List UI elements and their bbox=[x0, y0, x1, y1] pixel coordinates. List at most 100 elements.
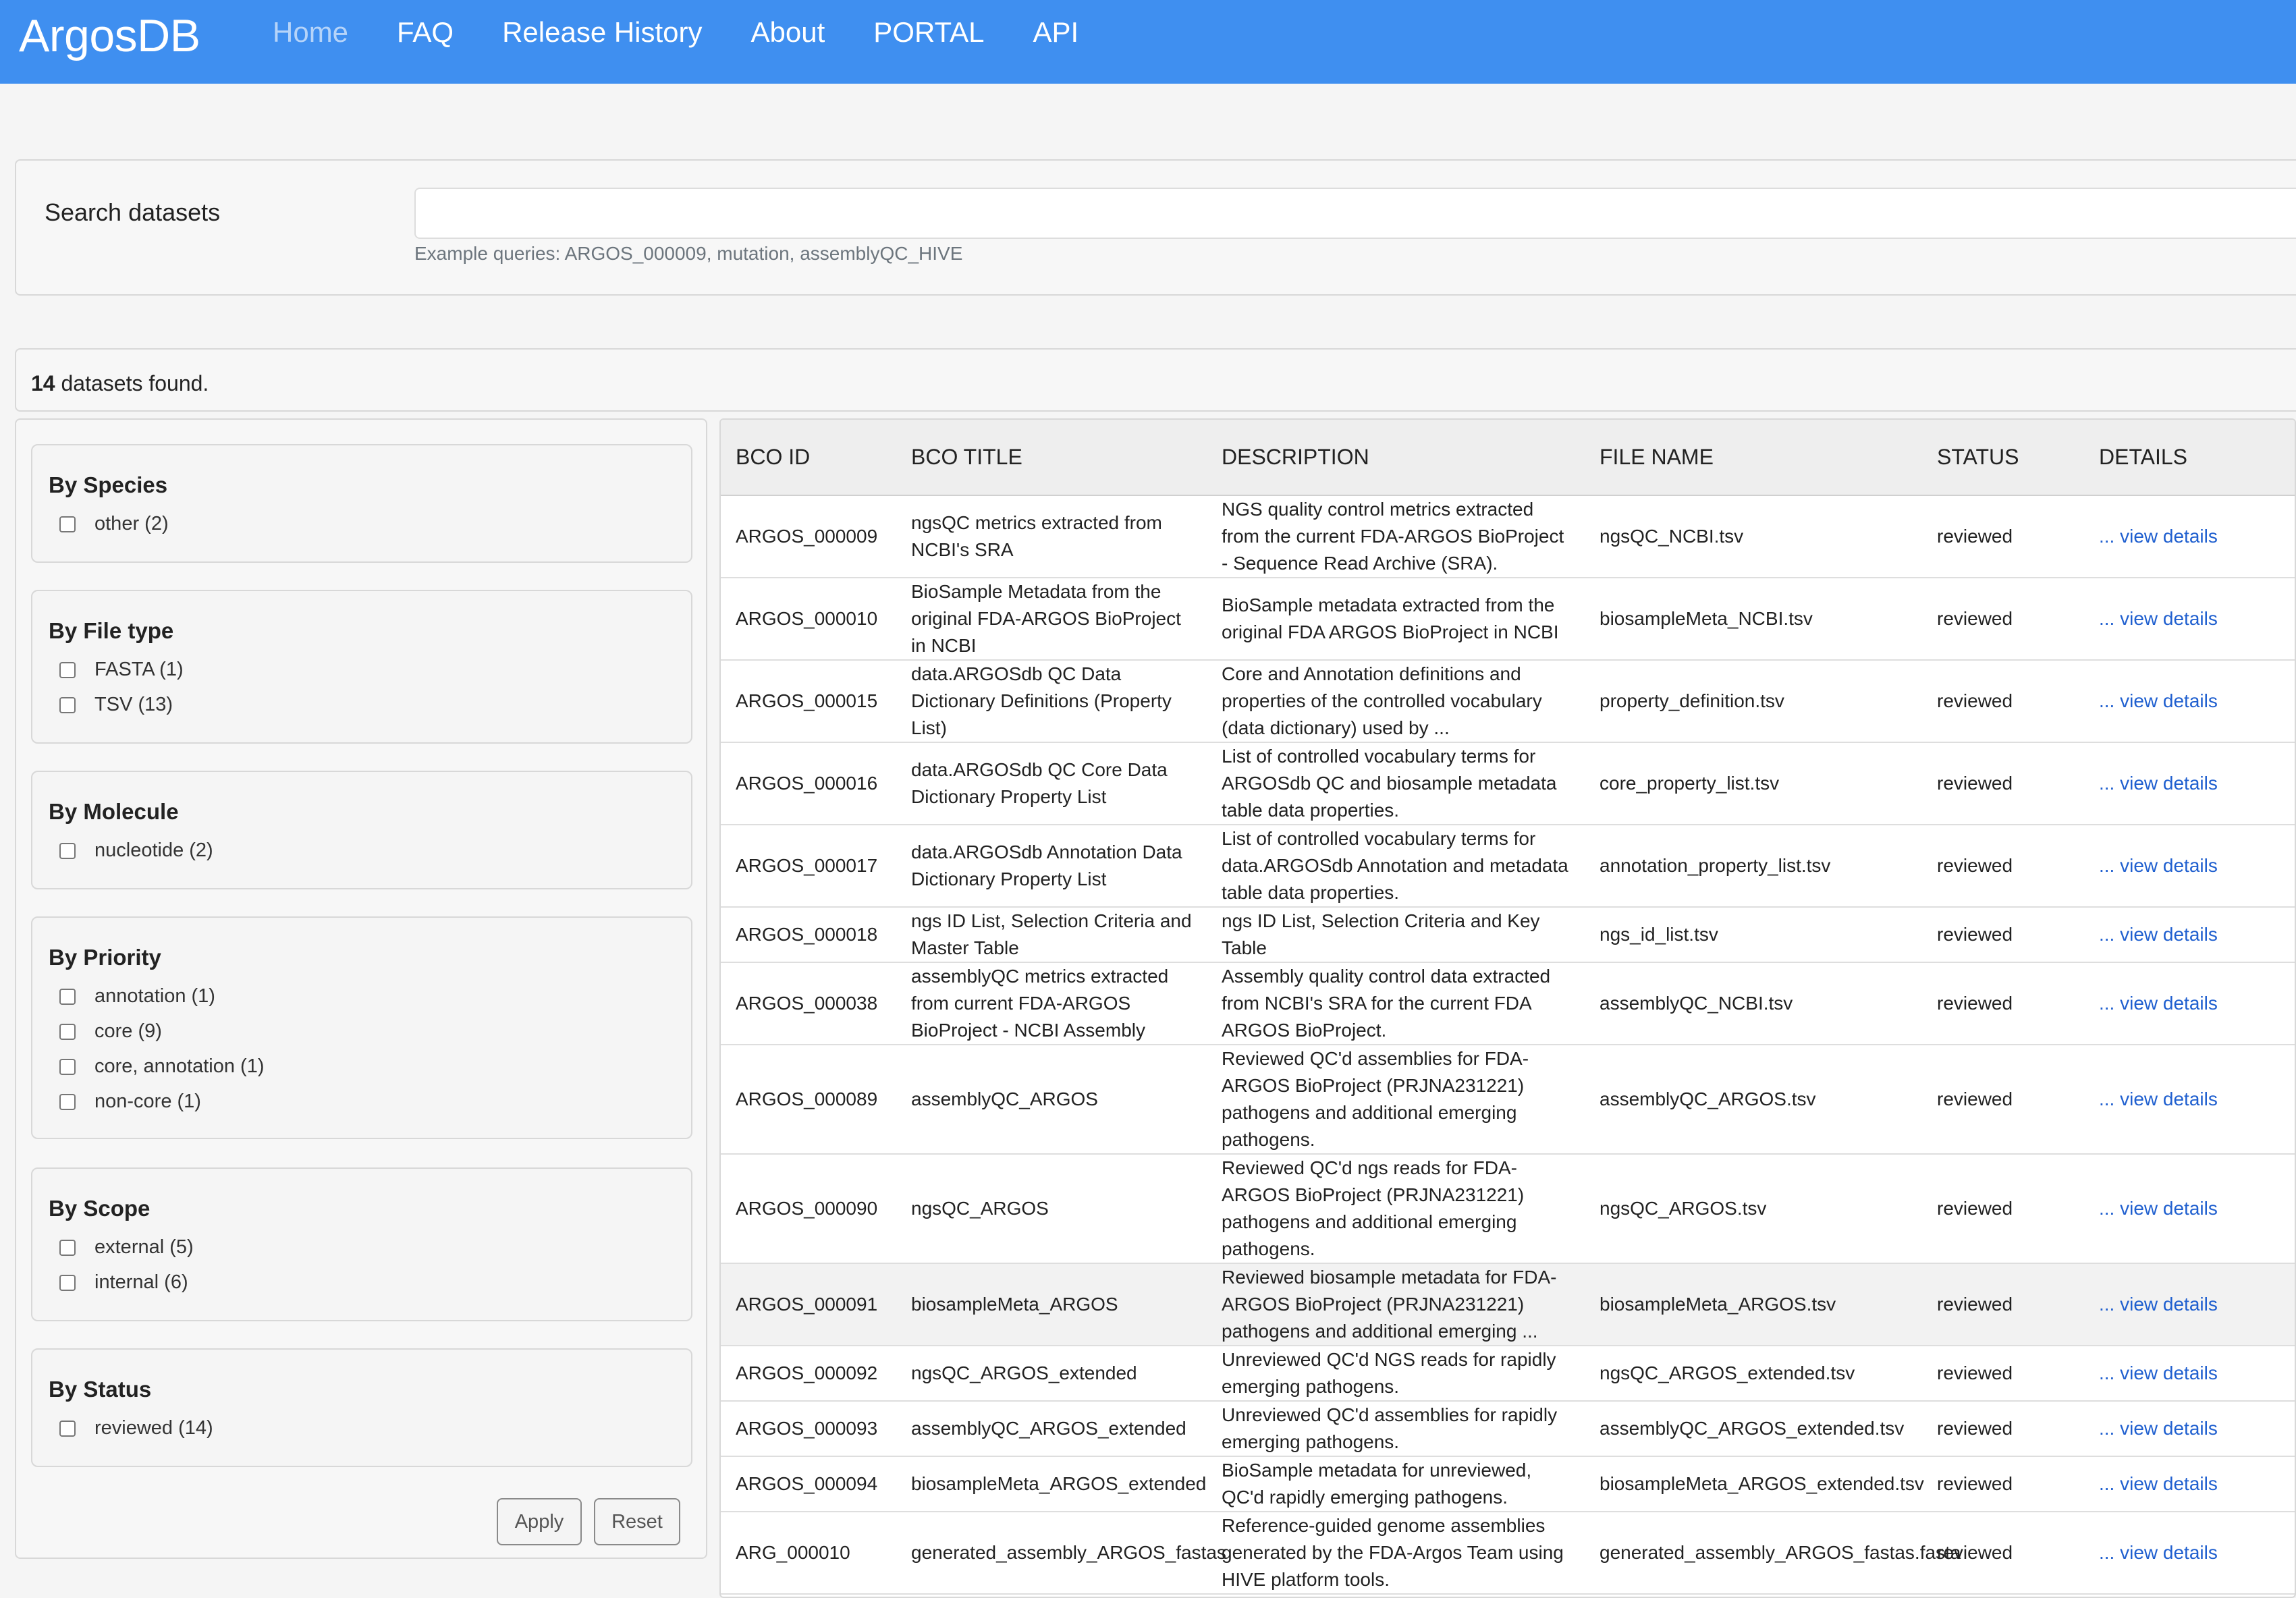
filter-option[interactable]: FASTA (1) bbox=[59, 659, 184, 681]
cell-bco-title: biosampleMeta_ARGOS_extended bbox=[896, 1456, 1207, 1512]
nav-link-faq[interactable]: FAQ bbox=[397, 16, 454, 49]
cell-file-name: property_definition.tsv bbox=[1585, 660, 1922, 743]
search-input[interactable] bbox=[414, 188, 2296, 239]
nav-link-home[interactable]: Home bbox=[273, 16, 348, 49]
checkbox[interactable] bbox=[59, 1274, 76, 1291]
datasets-table-container: BCO ID BCO TITLE DESCRIPTION FILE NAME S… bbox=[719, 418, 2296, 1598]
cell-status: reviewed bbox=[1922, 962, 2084, 1045]
filter-option[interactable]: internal (6) bbox=[59, 1271, 188, 1294]
view-details-link[interactable]: ... view details bbox=[2099, 773, 2218, 794]
checkbox[interactable] bbox=[59, 988, 76, 1005]
checkbox[interactable] bbox=[59, 1239, 76, 1256]
table-row: ARGOS_000017 data.ARGOSdb Annotation Data… bbox=[721, 825, 2295, 908]
apply-button[interactable]: Apply bbox=[497, 1498, 582, 1545]
filter-option[interactable]: core (9) bbox=[59, 1020, 162, 1043]
filter-option[interactable]: non-core (1) bbox=[59, 1091, 201, 1113]
cell-details: ... view details bbox=[2084, 578, 2295, 661]
filter-option-label: reviewed (14) bbox=[94, 1417, 213, 1439]
filter-group-species: By Species other (2) bbox=[31, 444, 692, 563]
cell-description: List of controlled vocabulary terms for … bbox=[1207, 825, 1585, 908]
view-details-link[interactable]: ... view details bbox=[2099, 1089, 2218, 1109]
filter-option-label: non-core (1) bbox=[94, 1091, 201, 1112]
cell-bco-title: assemblyQC_ARGOS_extended bbox=[896, 1401, 1207, 1457]
view-details-link[interactable]: ... view details bbox=[2099, 1542, 2218, 1563]
filter-option-label: other (2) bbox=[94, 513, 169, 534]
cell-status: reviewed bbox=[1922, 1263, 2084, 1346]
filter-option-label: core (9) bbox=[94, 1020, 162, 1042]
filter-group-priority: By Priority annotation (1) core (9) core… bbox=[31, 916, 692, 1139]
checkbox[interactable] bbox=[59, 696, 76, 713]
checkbox[interactable] bbox=[59, 516, 76, 532]
cell-bco-id: ARGOS_000093 bbox=[721, 1401, 896, 1457]
filter-option[interactable]: external (5) bbox=[59, 1236, 194, 1259]
view-details-link[interactable]: ... view details bbox=[2099, 1473, 2218, 1494]
cell-details: ... view details bbox=[2084, 962, 2295, 1045]
view-details-link[interactable]: ... view details bbox=[2099, 924, 2218, 945]
nav-link-api[interactable]: API bbox=[1033, 16, 1078, 49]
checkbox[interactable] bbox=[59, 842, 76, 859]
nav-link-release-history[interactable]: Release History bbox=[502, 16, 702, 49]
filter-option[interactable]: reviewed (14) bbox=[59, 1417, 213, 1439]
cell-description: Unreviewed QC'd assemblies for rapidly e… bbox=[1207, 1401, 1585, 1457]
column-header-bco-title[interactable]: BCO TITLE bbox=[896, 420, 1207, 496]
column-header-status[interactable]: STATUS bbox=[1922, 420, 2084, 496]
view-details-link[interactable]: ... view details bbox=[2099, 1198, 2218, 1219]
cell-description: Assembly quality control data extracted … bbox=[1207, 962, 1585, 1045]
cell-file-name: generated_assembly_ARGOS_fastas.fasta bbox=[1585, 1512, 1961, 1595]
cell-bco-id: ARG_000010 bbox=[721, 1512, 896, 1595]
view-details-link[interactable]: ... view details bbox=[2099, 993, 2218, 1014]
checkbox[interactable] bbox=[59, 1093, 76, 1110]
cell-details: ... view details bbox=[2084, 1263, 2295, 1346]
cell-status: reviewed bbox=[1922, 1045, 2084, 1155]
cell-description: Unreviewed QC'd NGS reads for rapidly em… bbox=[1207, 1346, 1585, 1402]
filter-option[interactable]: TSV (13) bbox=[59, 694, 173, 716]
view-details-link[interactable]: ... view details bbox=[2099, 1362, 2218, 1383]
cell-description: Reviewed biosample metadata for FDA-ARGO… bbox=[1207, 1263, 1585, 1346]
column-header-description[interactable]: DESCRIPTION bbox=[1207, 420, 1585, 496]
cell-status: reviewed bbox=[1922, 1401, 2084, 1457]
column-header-file-name[interactable]: FILE NAME bbox=[1585, 420, 1922, 496]
table-header-row: BCO ID BCO TITLE DESCRIPTION FILE NAME S… bbox=[721, 420, 2295, 496]
checkbox[interactable] bbox=[59, 661, 76, 678]
cell-bco-title: BioSample Metadata from the original FDA… bbox=[896, 578, 1207, 661]
results-count-suffix: datasets found. bbox=[55, 371, 209, 395]
cell-details: ... view details bbox=[2084, 660, 2295, 743]
filter-option[interactable]: other (2) bbox=[59, 513, 169, 535]
filter-option[interactable]: annotation (1) bbox=[59, 985, 215, 1008]
cell-status: reviewed bbox=[1922, 660, 2084, 743]
checkbox[interactable] bbox=[59, 1420, 76, 1437]
cell-bco-id: ARGOS_000010 bbox=[721, 578, 896, 661]
filter-option[interactable]: core, annotation (1) bbox=[59, 1055, 264, 1078]
nav-link-portal[interactable]: PORTAL bbox=[873, 16, 984, 49]
filter-option-label: core, annotation (1) bbox=[94, 1055, 265, 1077]
cell-description: NGS quality control metrics extracted fr… bbox=[1207, 495, 1585, 578]
cell-bco-id: ARGOS_000018 bbox=[721, 907, 896, 963]
table-row: ARGOS_000094 biosampleMeta_ARGOS_extended… bbox=[721, 1456, 2295, 1512]
reset-button[interactable]: Reset bbox=[594, 1498, 680, 1545]
view-details-link[interactable]: ... view details bbox=[2099, 1418, 2218, 1439]
cell-status: reviewed bbox=[1922, 1512, 2084, 1595]
filter-sidebar: By Species other (2) By File type FASTA … bbox=[15, 418, 707, 1559]
view-details-link[interactable]: ... view details bbox=[2099, 526, 2218, 547]
checkbox[interactable] bbox=[59, 1023, 76, 1040]
cell-description: Core and Annotation definitions and prop… bbox=[1207, 660, 1585, 743]
table-row: ARGOS_000016 data.ARGOSdb QC Core Data Di… bbox=[721, 742, 2295, 825]
cell-bco-title: ngsQC metrics extracted from NCBI's SRA bbox=[896, 495, 1207, 578]
brand-logo-link[interactable]: ArgosDB bbox=[19, 9, 200, 62]
view-details-link[interactable]: ... view details bbox=[2099, 608, 2218, 629]
filter-option[interactable]: nucleotide (2) bbox=[59, 839, 213, 862]
column-header-bco-id[interactable]: BCO ID bbox=[721, 420, 896, 496]
cell-status: reviewed bbox=[1922, 742, 2084, 825]
nav-link-about[interactable]: About bbox=[751, 16, 825, 49]
column-header-details[interactable]: DETAILS bbox=[2084, 420, 2295, 496]
cell-bco-title: data.ARGOSdb QC Core Data Dictionary Pro… bbox=[896, 742, 1207, 825]
checkbox[interactable] bbox=[59, 1058, 76, 1075]
table-row: ARGOS_000009 ngsQC metrics extracted from… bbox=[721, 495, 2295, 578]
view-details-link[interactable]: ... view details bbox=[2099, 690, 2218, 711]
view-details-link[interactable]: ... view details bbox=[2099, 1294, 2218, 1315]
view-details-link[interactable]: ... view details bbox=[2099, 855, 2218, 876]
cell-bco-title: data.ARGOSdb Annotation Data Dictionary … bbox=[896, 825, 1207, 908]
cell-description: Reviewed QC'd assemblies for FDA-ARGOS B… bbox=[1207, 1045, 1585, 1155]
table-row: ARG_000010 generated_assembly_ARGOS_fasta… bbox=[721, 1512, 2295, 1595]
cell-details: ... view details bbox=[2084, 1401, 2295, 1457]
